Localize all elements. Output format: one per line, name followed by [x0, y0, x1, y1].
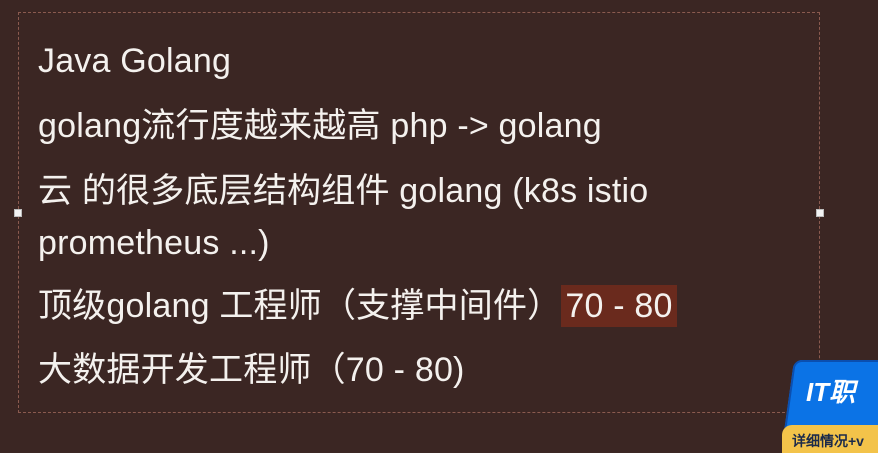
it-badge-label: IT职: [806, 377, 856, 407]
left-resize-handle[interactable]: [14, 209, 22, 217]
text-line-2: golang流行度越来越高 php -> golang: [38, 107, 602, 145]
highlighted-range: 70 - 80: [561, 285, 677, 327]
right-resize-handle[interactable]: [816, 209, 824, 217]
badge-subtext: 详细情况+v: [792, 433, 864, 449]
text-line-6: 大数据开发工程师（70 - 80): [38, 351, 465, 389]
text-line-5-main: 顶级golang 工程师（支撑中间件）: [38, 287, 562, 325]
text-line-5: 顶级golang 工程师（支撑中间件） 70 - 80: [38, 285, 677, 327]
text-line-4: prometheus ...): [38, 224, 270, 262]
text-line-1: Java Golang: [38, 42, 232, 80]
text-line-3: 云 的很多底层结构组件 golang (k8s istio: [38, 172, 649, 210]
